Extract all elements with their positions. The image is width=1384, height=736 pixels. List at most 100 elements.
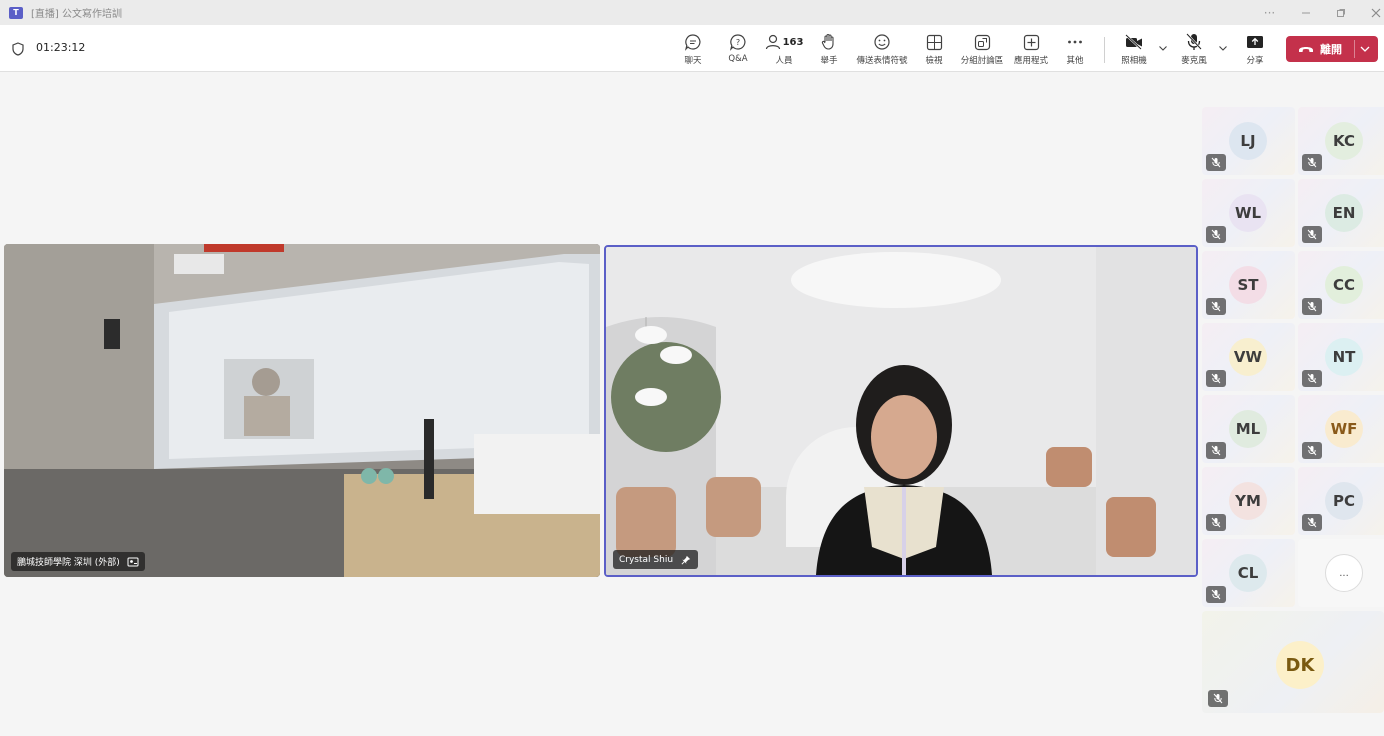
toolbar-divider xyxy=(1104,37,1105,63)
microphone-off-icon xyxy=(1307,301,1317,312)
speaker-video-feed xyxy=(606,247,1196,575)
muted-badge xyxy=(1302,298,1322,315)
speaker-participant-name: Crystal Shiu xyxy=(619,554,674,565)
more-button[interactable]: 其他 xyxy=(1062,32,1088,68)
microphone-off-icon xyxy=(1211,445,1221,456)
participant-tile[interactable]: LJ xyxy=(1202,107,1295,175)
room-name-tag: 鵬城技師學院 深圳 (外部) xyxy=(11,552,145,571)
participant-tile[interactable]: KC xyxy=(1298,107,1384,175)
meeting-timer: 01:23:12 xyxy=(36,41,86,54)
more-participants-tile[interactable]: ... xyxy=(1298,539,1384,607)
muted-badge xyxy=(1206,514,1226,531)
avatar: LJ xyxy=(1229,122,1267,160)
reactions-label: 傳送表情符號 xyxy=(856,56,908,66)
camera-label: 照相機 xyxy=(1121,56,1147,66)
more-participants-button[interactable]: ... xyxy=(1325,554,1363,592)
microphone-off-icon xyxy=(1307,517,1317,528)
avatar: PC xyxy=(1325,482,1363,520)
microphone-off-icon xyxy=(1186,33,1202,50)
view-button[interactable]: 檢視 xyxy=(920,32,948,68)
hang-up-icon xyxy=(1299,47,1313,52)
share-label: 分享 xyxy=(1246,56,1264,66)
camera-options-chevron-icon[interactable] xyxy=(1158,43,1168,53)
participant-tile-large[interactable]: DK xyxy=(1202,611,1384,713)
avatar: YM xyxy=(1229,482,1267,520)
participant-tile[interactable]: EN xyxy=(1298,179,1384,247)
muted-badge xyxy=(1206,226,1226,243)
share-button[interactable]: 分享 xyxy=(1242,32,1268,68)
muted-badge xyxy=(1206,586,1226,603)
grid-view-icon xyxy=(926,34,942,50)
avatar: VW xyxy=(1229,338,1267,376)
video-tile-speaker[interactable]: Crystal Shiu xyxy=(604,245,1198,577)
raise-hand-button[interactable]: 舉手 xyxy=(816,32,842,68)
avatar: EN xyxy=(1325,194,1363,232)
people-button[interactable]: 163 人員 xyxy=(764,32,804,68)
participant-tile[interactable]: CC xyxy=(1298,251,1384,319)
leave-button[interactable]: 離開 xyxy=(1286,36,1378,62)
chat-icon xyxy=(684,34,701,51)
participant-tile[interactable]: WF xyxy=(1298,395,1384,463)
microphone-button[interactable]: 麥克風 xyxy=(1178,32,1210,68)
leave-options-chevron-icon[interactable] xyxy=(1359,44,1371,54)
avatar: ST xyxy=(1229,266,1267,304)
microphone-off-icon xyxy=(1307,157,1317,168)
avatar: DK xyxy=(1276,641,1324,689)
add-app-icon xyxy=(1023,34,1039,50)
participant-tile[interactable]: NT xyxy=(1298,323,1384,391)
shield-icon xyxy=(12,42,24,56)
camera-button[interactable]: 照相機 xyxy=(1118,32,1150,68)
muted-badge xyxy=(1302,154,1322,171)
participant-tile[interactable]: ML xyxy=(1202,395,1295,463)
muted-badge xyxy=(1206,154,1226,171)
microphone-off-icon xyxy=(1307,373,1317,384)
pin-icon[interactable] xyxy=(680,555,692,565)
leave-label: 離開 xyxy=(1320,43,1342,56)
participant-tile[interactable]: YM xyxy=(1202,467,1295,535)
more-icon xyxy=(1068,40,1082,44)
microphone-off-icon xyxy=(1211,517,1221,528)
close-button[interactable] xyxy=(1358,0,1384,25)
video-tile-room[interactable]: 鵬城技師學院 深圳 (外部) xyxy=(4,244,600,577)
room-participant-name: 鵬城技師學院 深圳 (外部) xyxy=(17,558,120,568)
share-screen-icon xyxy=(1247,36,1263,48)
title-bar: T [直播] 公文寫作培訓 ··· xyxy=(0,0,1384,25)
participant-tile[interactable]: VW xyxy=(1202,323,1295,391)
muted-badge xyxy=(1208,690,1228,707)
leave-separator xyxy=(1354,40,1355,58)
maximize-icon xyxy=(1336,8,1345,17)
avatar: WL xyxy=(1229,194,1267,232)
microphone-off-icon xyxy=(1211,301,1221,312)
minimize-button[interactable] xyxy=(1288,0,1323,25)
participant-tile[interactable]: ST xyxy=(1202,251,1295,319)
breakout-rooms-icon xyxy=(974,34,990,50)
camera-off-icon xyxy=(1125,34,1142,50)
svg-text:?: ? xyxy=(736,38,740,47)
avatar: KC xyxy=(1325,122,1363,160)
microphone-off-icon xyxy=(1211,157,1221,168)
raise-hand-label: 舉手 xyxy=(820,56,838,66)
minimize-icon xyxy=(1301,12,1310,13)
muted-badge xyxy=(1206,370,1226,387)
reactions-button[interactable]: 傳送表情符號 xyxy=(854,32,910,68)
apps-button[interactable]: 應用程式 xyxy=(1012,32,1050,68)
teams-logo-icon: T xyxy=(9,6,23,19)
avatar: NT xyxy=(1325,338,1363,376)
raise-hand-icon xyxy=(821,33,834,50)
microphone-options-chevron-icon[interactable] xyxy=(1218,43,1228,53)
muted-badge xyxy=(1206,298,1226,315)
breakout-rooms-button[interactable]: 分組討論區 xyxy=(958,32,1006,68)
window-more-button[interactable]: ··· xyxy=(1252,0,1287,25)
avatar: WF xyxy=(1325,410,1363,448)
participant-tile[interactable]: WL xyxy=(1202,179,1295,247)
meeting-toolbar: 01:23:12 聊天 ? Q&A 163 人員 舉手 傳送表情符號 檢視 分組… xyxy=(0,25,1384,72)
muted-badge xyxy=(1302,514,1322,531)
muted-badge xyxy=(1206,442,1226,459)
breakout-rooms-label: 分組討論區 xyxy=(960,56,1004,66)
microphone-off-icon xyxy=(1307,445,1317,456)
chat-button[interactable]: 聊天 xyxy=(680,32,706,68)
participant-tile[interactable]: PC xyxy=(1298,467,1384,535)
maximize-button[interactable] xyxy=(1323,0,1358,25)
participant-tile[interactable]: CL xyxy=(1202,539,1295,607)
qa-button[interactable]: ? Q&A xyxy=(724,32,752,68)
